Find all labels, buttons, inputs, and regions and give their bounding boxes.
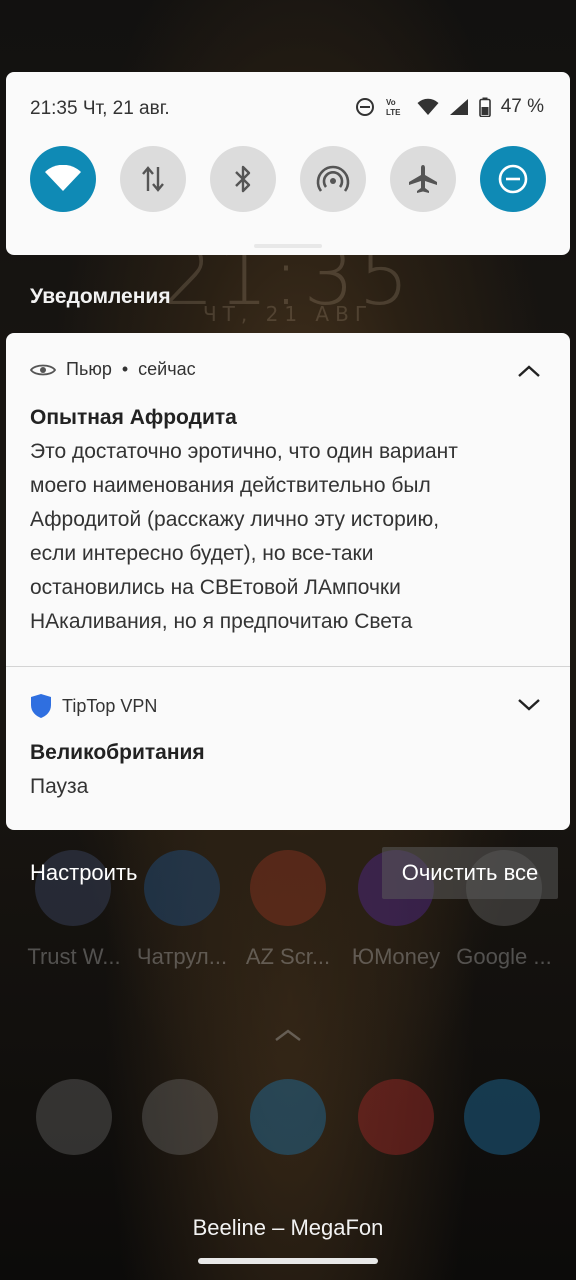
app-icon-chatrulet — [144, 850, 220, 926]
svg-text:Vo: Vo — [386, 98, 396, 107]
notification-title: Опытная Афродита — [30, 406, 237, 429]
data-transfer-icon — [142, 166, 164, 192]
hotspot-icon — [316, 165, 350, 192]
app-drawer-chevron-up-icon — [275, 1029, 301, 1041]
tile-do-not-disturb[interactable] — [480, 146, 546, 212]
chevron-down-icon — [518, 699, 540, 711]
notification-app-name: Пьюр — [66, 359, 112, 379]
notification-body: Это достаточно эротично, что один вариан… — [30, 435, 550, 639]
app-label-google: Google ... — [456, 944, 552, 969]
notification-app-name: TipTop VPN — [62, 695, 158, 716]
volte-icon: Vo LTE — [386, 98, 401, 117]
dock-telegram-2-icon — [464, 1079, 540, 1155]
dock-telegram-icon — [250, 1079, 326, 1155]
app-label-az-screen: AZ Scr... — [245, 944, 331, 969]
battery-percent: 47 % — [500, 96, 544, 117]
svg-text:LTE: LTE — [386, 108, 401, 117]
tile-hotspot[interactable] — [300, 146, 366, 212]
app-icon-az-screen — [250, 850, 326, 926]
notification-body: Пауза — [30, 775, 89, 798]
notification-time: сейчас — [138, 359, 196, 379]
notification-separator: • — [121, 359, 129, 379]
app-label-chatrulet: Чатрул... — [136, 944, 228, 969]
shade-drag-handle[interactable] — [254, 244, 322, 248]
quick-tiles — [30, 146, 546, 212]
clear-all-button[interactable]: Очистить все — [382, 847, 558, 899]
notification-title: Великобритания — [30, 741, 205, 764]
dock-youtube-icon — [358, 1079, 434, 1155]
status-time-date: 21:35 Чт, 21 авг. — [30, 98, 170, 119]
notification-body-line: Афродитой (расскажу лично эту историю, — [30, 508, 440, 531]
shield-icon — [31, 694, 51, 718]
chevron-up-icon — [518, 365, 540, 377]
configure-button[interactable]: Настроить — [30, 860, 138, 886]
battery-icon — [478, 97, 491, 117]
bluetooth-icon — [235, 165, 251, 193]
eye-icon — [30, 364, 56, 375]
signal-icon — [449, 99, 468, 115]
notification-body-line: остановились на СВЕтовой ЛАмпочки — [30, 576, 401, 599]
notifications-card: Пьюр • сейчас Опытная Афродита Это доста… — [6, 333, 570, 830]
tile-wifi[interactable] — [30, 146, 96, 212]
collapse-button[interactable] — [516, 358, 542, 384]
dock-messages-icon — [142, 1079, 218, 1155]
tile-mobile-data[interactable] — [120, 146, 186, 212]
expand-button[interactable] — [516, 692, 542, 718]
notification-body-line: Это достаточно эротично, что один вариан… — [30, 440, 458, 463]
notification-header: TipTop VPN — [30, 693, 157, 719]
notification-body-line: если интересно будет), но все-таки — [30, 542, 374, 565]
notification-body-line: моего наименования действительно был — [30, 474, 431, 497]
tile-bluetooth[interactable] — [210, 146, 276, 212]
app-label-trust-wallet: Trust W... — [27, 944, 121, 969]
quick-settings-panel: 21:35 Чт, 21 авг. Vo LTE 47 % — [6, 72, 570, 255]
dnd-icon — [498, 164, 528, 194]
wifi-icon — [417, 98, 439, 115]
notifications-heading: Уведомления — [30, 285, 171, 308]
airplane-icon — [409, 165, 437, 193]
status-icons: Vo LTE 47 % — [355, 96, 544, 118]
wifi-icon — [45, 165, 81, 191]
carrier-label: Beeline – MegaFon — [192, 1215, 384, 1240]
dock-phone-icon — [36, 1079, 112, 1155]
tile-airplane-mode[interactable] — [390, 146, 456, 212]
notification-body-line: НАкаливания, но я предпочитаю Света — [30, 610, 413, 633]
notification-header: Пьюр • сейчас — [30, 359, 196, 380]
dnd-icon — [355, 98, 374, 116]
notification-divider — [6, 666, 570, 667]
app-label-yumoney: ЮMoney — [351, 944, 441, 969]
gesture-nav-bar[interactable] — [198, 1258, 378, 1264]
